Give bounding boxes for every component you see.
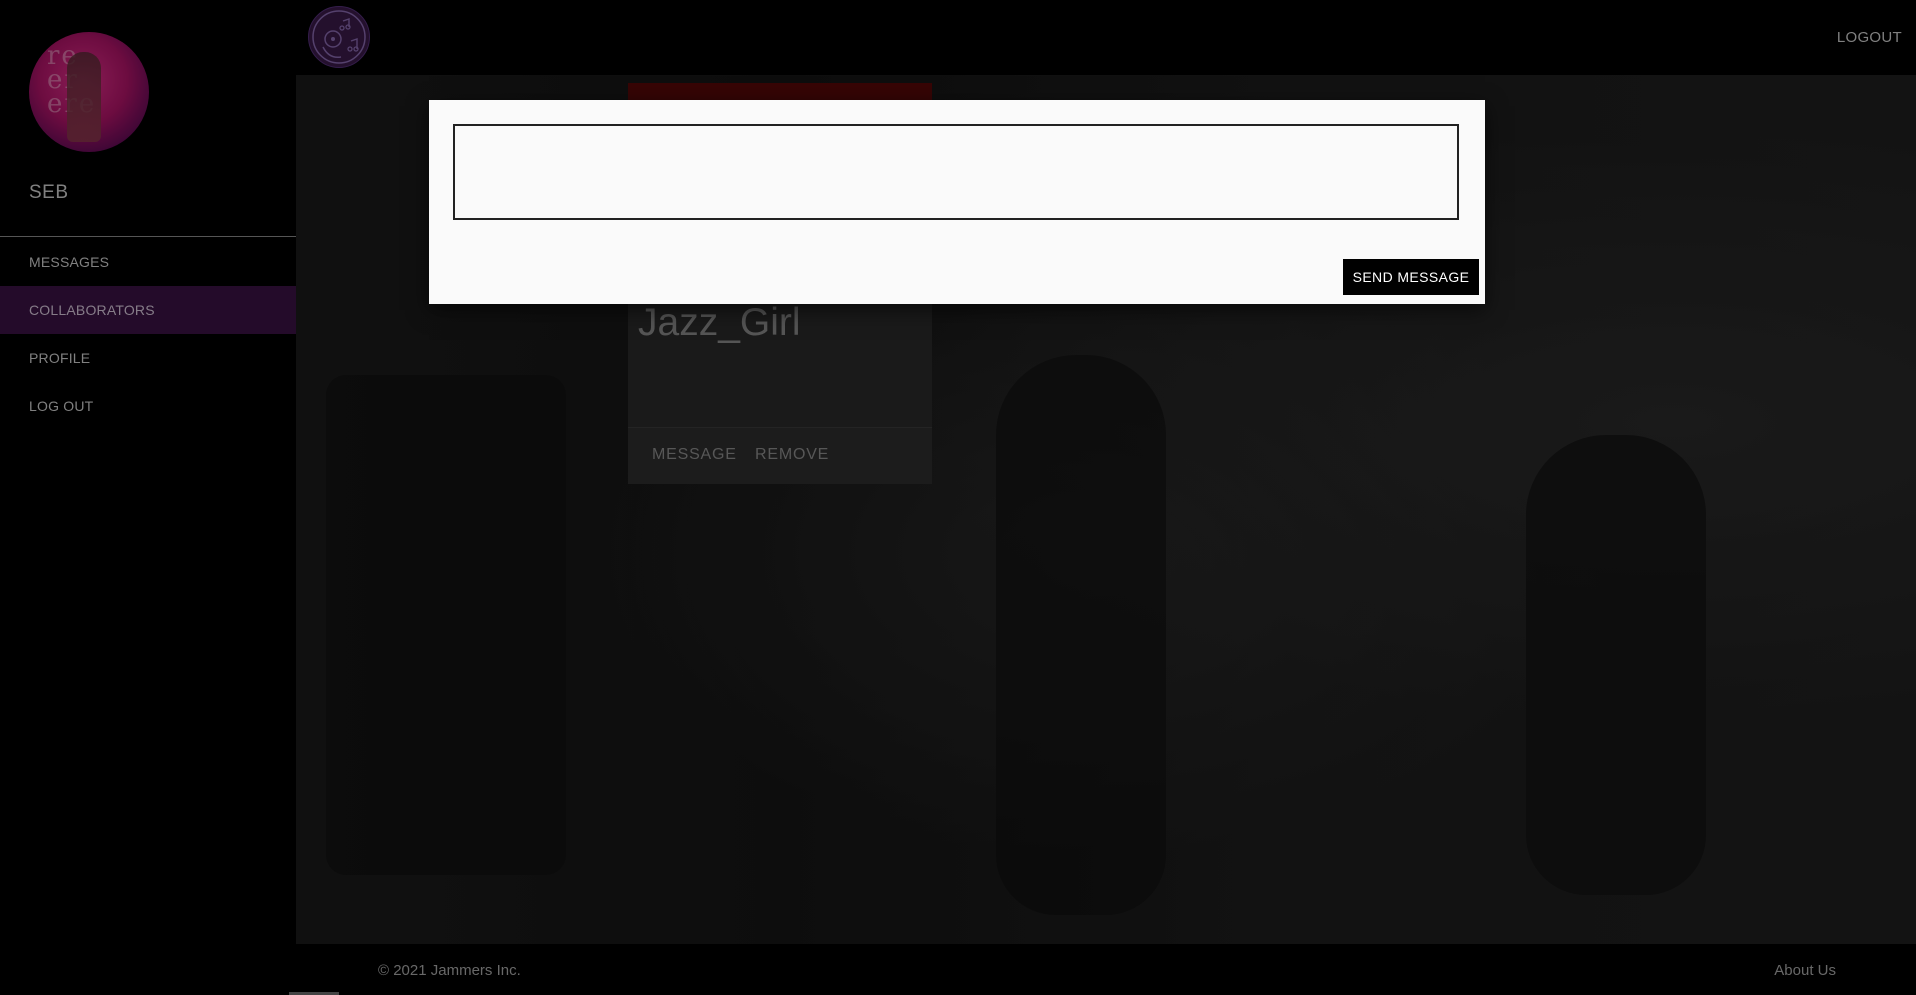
message-textarea[interactable] [453, 124, 1459, 220]
send-message-modal: SEND MESSAGE [429, 100, 1485, 304]
send-message-button[interactable]: SEND MESSAGE [1343, 259, 1479, 295]
